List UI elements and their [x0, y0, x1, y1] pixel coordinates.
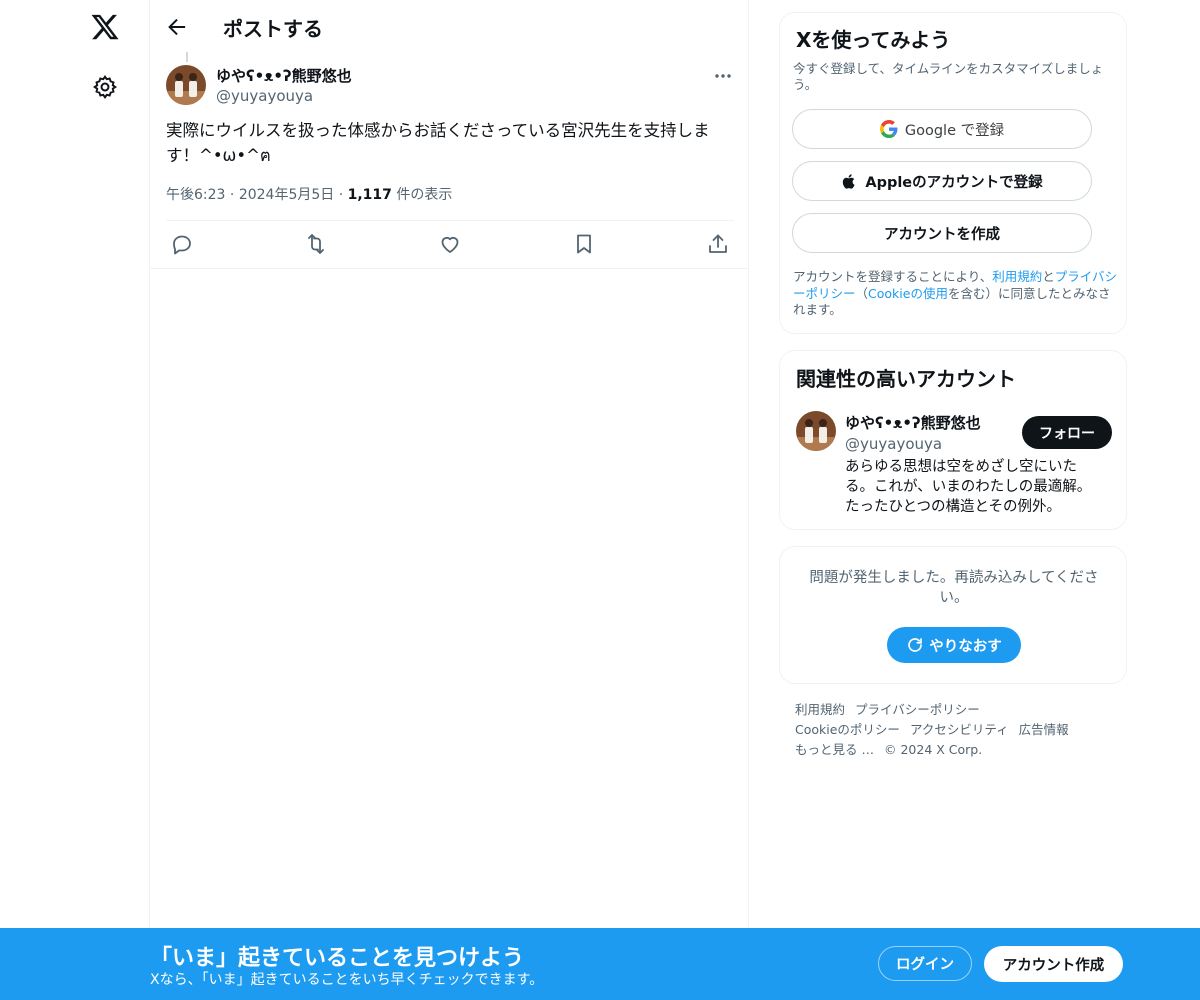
signup-subtitle: 今すぐ登録して、タイムラインをカスタマイズしましょう。	[793, 61, 1104, 92]
retry-label: やりなおす	[929, 638, 1002, 655]
author-name[interactable]: ゆやʕ•ᴥ•ʔ熊野悠也	[216, 65, 352, 86]
signup-card: Xを使ってみよう 今すぐ登録して、タイムラインをカスタマイズしましょう。 Goo…	[779, 12, 1127, 334]
meta-separator: ·	[338, 187, 344, 203]
create-account-label: アカウントを作成	[884, 226, 1000, 243]
like-icon[interactable]	[438, 232, 462, 256]
avatar[interactable]	[166, 65, 206, 105]
post-actions	[150, 222, 748, 267]
banner-signup-button[interactable]: アカウント作成	[984, 946, 1123, 982]
apple-signup-button[interactable]: Appleのアカウントで登録	[792, 161, 1092, 201]
google-signup-button[interactable]: Google で登録	[792, 109, 1092, 149]
login-button[interactable]: ログイン	[878, 946, 972, 981]
copyright: © 2024 X Corp.	[883, 742, 983, 757]
share-icon[interactable]	[706, 232, 730, 256]
follow-button[interactable]: フォロー	[1022, 416, 1112, 449]
signup-title: Xを使ってみよう	[796, 28, 951, 52]
views-label: 件の表示	[396, 187, 453, 203]
repost-icon[interactable]	[304, 232, 328, 256]
main-column: ポストする ゆやʕ•ᴥ•ʔ熊野悠也 @yuyayouya 実際にウイルスを扱った…	[149, 0, 749, 1000]
related-account-handle[interactable]: @yuyayouya	[845, 435, 942, 453]
thread-line	[186, 52, 188, 62]
back-button[interactable]	[164, 14, 190, 40]
terms-open-paren: （	[855, 285, 869, 301]
related-account-bio: あらゆる思想は空をめざし空にいたる。これが、いまのわたしの最適解。たったひとつの…	[845, 459, 1092, 515]
signup-banner: 「いま」起きていることを見つけよう Xなら、「いま」起きていることをいち早くチェ…	[0, 928, 1200, 1000]
post-text: 実際にウイルスを扱った体感からお話くださっている宮沢先生を支持します！^•ω•^…	[166, 121, 710, 165]
divider	[150, 268, 748, 269]
avatar[interactable]	[796, 411, 836, 451]
related-accounts-card: 関連性の高いアカウント ゆやʕ•ᴥ•ʔ熊野悠也 @yuyayouya あらゆる思…	[779, 350, 1127, 530]
bookmark-icon[interactable]	[572, 232, 596, 256]
banner-subtitle: Xなら、「いま」起きていることをいち早くチェックできます。	[150, 972, 544, 988]
footer-cookie-link[interactable]: Cookieのポリシー	[795, 722, 900, 737]
divider	[166, 220, 734, 221]
meta-separator: ·	[229, 187, 235, 203]
post-date[interactable]: 2024年5月5日	[239, 187, 334, 203]
error-card: 問題が発生しました。再読み込みしてください。 やりなおす	[779, 546, 1127, 684]
google-icon	[879, 120, 898, 138]
post-meta: 午後6:23 · 2024年5月5日 · 1,117 件の表示	[166, 184, 452, 204]
arrow-left-icon	[168, 18, 186, 36]
terms-link[interactable]: 利用規約	[992, 269, 1042, 284]
footer-privacy-link[interactable]: プライバシーポリシー	[855, 702, 980, 717]
footer-terms-link[interactable]: 利用規約	[795, 702, 845, 717]
more-options-button[interactable]	[708, 66, 738, 86]
post-time[interactable]: 午後6:23	[166, 187, 225, 203]
apple-signup-label: Appleのアカウントで登録	[865, 174, 1043, 191]
cookie-link[interactable]: Cookieの使用	[868, 286, 948, 301]
terms-prefix: アカウントを登録することにより、	[793, 269, 993, 284]
left-nav	[0, 0, 150, 1000]
footer-ads-link[interactable]: 広告情報	[1019, 722, 1069, 737]
apple-icon	[843, 173, 855, 189]
error-message: 問題が発生しました。再読み込みしてください。	[809, 570, 1099, 606]
related-title: 関連性の高いアカウント	[796, 367, 1016, 391]
reply-icon[interactable]	[170, 232, 194, 256]
more-icon	[715, 74, 731, 78]
retry-button[interactable]: やりなおす	[887, 627, 1021, 663]
terms-text: アカウントを登録することにより、利用規約とプライバシーポリシー（Cookieの使…	[793, 269, 1119, 319]
page-title: ポストする	[223, 17, 323, 41]
footer-accessibility-link[interactable]: アクセシビリティ	[910, 722, 1009, 737]
create-account-button[interactable]: アカウントを作成	[792, 213, 1092, 253]
sidebar-footer: 利用規約 プライバシーポリシー Cookieのポリシー アクセシビリティ 広告情報 も…	[795, 700, 1115, 760]
author-handle[interactable]: @yuyayouya	[216, 87, 313, 105]
footer-more-link[interactable]: もっと見る …	[795, 742, 874, 757]
x-logo-icon[interactable]	[90, 12, 120, 42]
google-signup-label: Google で登録	[904, 122, 1005, 139]
banner-title: 「いま」起きていることを見つけよう	[150, 946, 525, 971]
post-header: ポストする	[150, 0, 748, 54]
refresh-icon	[908, 638, 923, 652]
gear-icon[interactable]	[92, 74, 118, 100]
related-account-name[interactable]: ゆやʕ•ᴥ•ʔ熊野悠也	[845, 412, 981, 433]
terms-and: と	[1042, 269, 1055, 284]
views-count: 1,117	[347, 187, 392, 203]
